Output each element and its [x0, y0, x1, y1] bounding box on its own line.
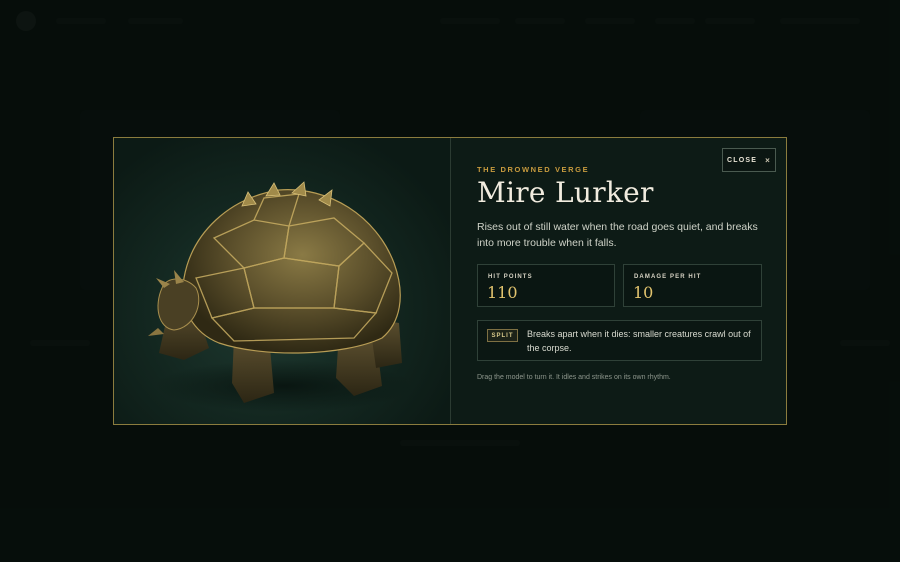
- close-label: CLOSE: [727, 156, 758, 164]
- close-button[interactable]: CLOSE ×: [722, 148, 776, 172]
- creature-info-panel: CLOSE × THE DROWNED VERGE Mire Lurker Ri…: [451, 138, 786, 424]
- stat-label: DAMAGE PER HIT: [634, 274, 702, 280]
- creature-detail-modal: CLOSE × THE DROWNED VERGE Mire Lurker Ri…: [113, 137, 787, 425]
- creature-title: Mire Lurker: [477, 176, 654, 209]
- stat-value: 10: [633, 283, 654, 302]
- close-icon: ×: [765, 155, 771, 165]
- creature-description: Rises out of still water when the road g…: [477, 221, 758, 249]
- ability-description: Breaks apart when it dies: smaller creat…: [527, 329, 751, 353]
- creature-model-icon: [148, 181, 414, 412]
- creature-model-viewer[interactable]: [114, 138, 451, 424]
- stat-damage-per-hit: DAMAGE PER HIT 10: [623, 264, 762, 307]
- model-hint: Drag the model to turn it. It idles and …: [477, 374, 671, 381]
- stat-hit-points: HIT POINTS 110: [477, 264, 615, 307]
- ability-tag: SPLIT: [487, 329, 518, 342]
- stat-value: 110: [487, 283, 518, 302]
- stat-label: HIT POINTS: [488, 274, 533, 280]
- region-label: THE DROWNED VERGE: [477, 165, 590, 174]
- ability-card: SPLIT Breaks apart when it dies: smaller…: [477, 320, 762, 361]
